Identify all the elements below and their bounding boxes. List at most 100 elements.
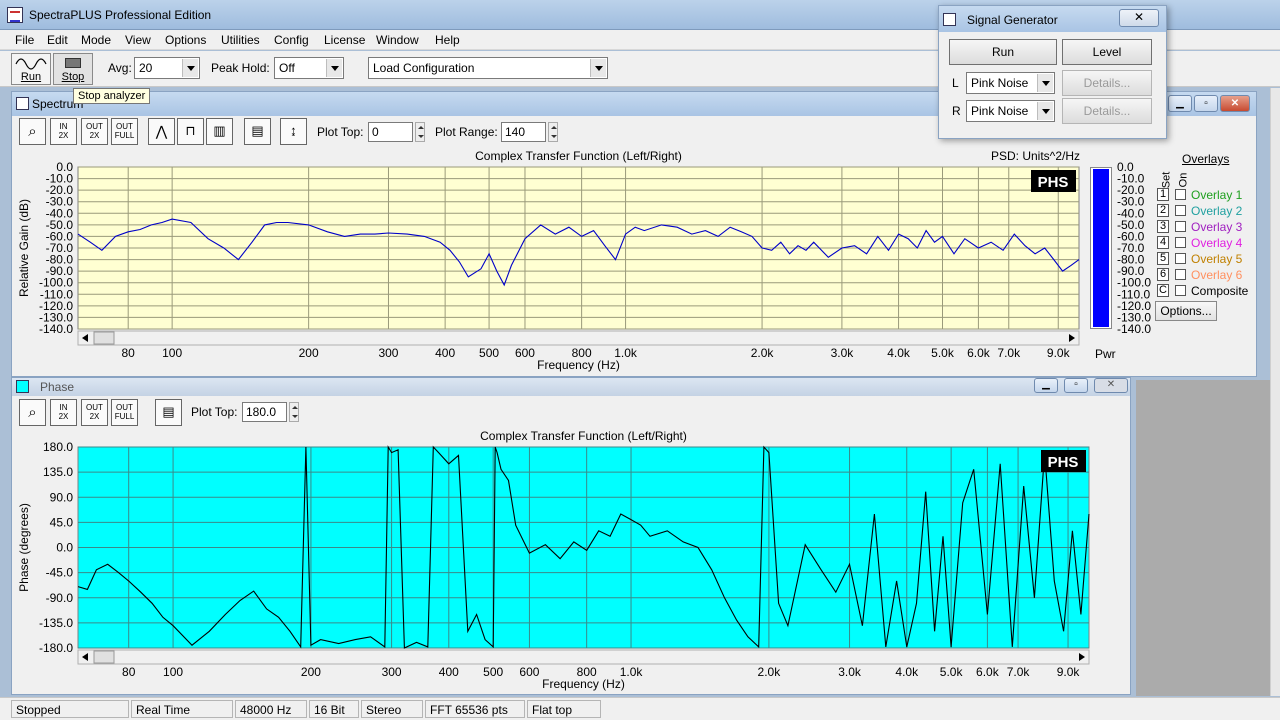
phase-plot-top-spinner[interactable] bbox=[289, 402, 299, 422]
overlay-checkbox[interactable] bbox=[1175, 269, 1186, 280]
right-channel-label: R bbox=[952, 104, 961, 118]
x-tick-label: 100 bbox=[162, 346, 182, 360]
overlay-set-button[interactable]: 1 bbox=[1157, 188, 1169, 201]
zoom-out-full-button[interactable]: OUT FULL bbox=[111, 399, 138, 426]
auto-scale-icon[interactable]: ↨ bbox=[280, 118, 307, 145]
zoom-icon[interactable]: ⌕ bbox=[19, 118, 46, 145]
y-tick-label: -140.0 bbox=[39, 322, 73, 336]
overlay-label: Overlay 6 bbox=[1191, 268, 1243, 282]
zoom-in-2x-button[interactable]: IN 2X bbox=[50, 118, 77, 145]
plot-range-input[interactable]: 140 bbox=[501, 122, 546, 142]
menu-config[interactable]: Config bbox=[274, 33, 309, 47]
zoom-icon[interactable]: ⌕ bbox=[19, 399, 46, 426]
bar-graph-icon[interactable]: ▥ bbox=[206, 118, 233, 145]
mdi-scrollbar[interactable] bbox=[1270, 88, 1280, 696]
zoom-out-2x-button[interactable]: OUT 2X bbox=[81, 118, 108, 145]
status-state: Stopped bbox=[11, 700, 129, 718]
overlay-checkbox[interactable] bbox=[1175, 285, 1186, 296]
signal-generator-titlebar[interactable]: Signal Generator ✕ bbox=[939, 6, 1166, 32]
chevron-down-icon bbox=[1037, 74, 1053, 92]
phase-plot[interactable]: 80 100 200 300 400 500 600 800 1.0k 2.0k 3.0k 4.0k 5… bbox=[12, 428, 1130, 694]
status-sample-rate: 48000 Hz bbox=[235, 700, 307, 718]
overlay-set-button[interactable]: 5 bbox=[1157, 252, 1169, 265]
properties-icon[interactable]: ▤ bbox=[244, 118, 271, 145]
overlay-label: Overlay 4 bbox=[1191, 236, 1243, 250]
overlay-checkbox[interactable] bbox=[1175, 253, 1186, 264]
overlay-checkbox[interactable] bbox=[1175, 189, 1186, 200]
overlay-set-button[interactable]: 6 bbox=[1157, 268, 1169, 281]
overlay-label: Overlay 5 bbox=[1191, 252, 1243, 266]
x-tick-label: 500 bbox=[479, 346, 499, 360]
peak-trace-icon[interactable]: ⋀ bbox=[148, 118, 175, 145]
phase-titlebar[interactable]: Phase ▁ ▫ ✕ bbox=[12, 378, 1130, 396]
menu-license[interactable]: License bbox=[324, 33, 365, 47]
minimize-icon[interactable]: ▁ bbox=[1034, 378, 1058, 393]
zoom-out-2x-button[interactable]: OUT 2X bbox=[81, 399, 108, 426]
properties-icon[interactable]: ▤ bbox=[155, 399, 182, 426]
y-tick-label: 135.0 bbox=[43, 465, 73, 479]
maximize-icon[interactable]: ▫ bbox=[1194, 95, 1218, 112]
x-tick-label: 3.0k bbox=[831, 346, 855, 360]
menu-file[interactable]: File bbox=[15, 33, 34, 47]
overlay-checkbox[interactable] bbox=[1175, 237, 1186, 248]
overlay-set-button[interactable]: 2 bbox=[1157, 204, 1169, 217]
right-details-button[interactable]: Details... bbox=[1062, 98, 1152, 124]
run-button[interactable]: Run bbox=[11, 53, 51, 85]
left-details-button[interactable]: Details... bbox=[1062, 70, 1152, 96]
chevron-down-icon bbox=[182, 59, 198, 77]
stop-button-label: Stop bbox=[61, 71, 85, 83]
close-icon[interactable]: ✕ bbox=[1094, 378, 1128, 393]
maximize-icon[interactable]: ▫ bbox=[1064, 378, 1088, 393]
menu-help[interactable]: Help bbox=[435, 33, 460, 47]
overlay-checkbox[interactable] bbox=[1175, 205, 1186, 216]
overlay-label: Overlay 3 bbox=[1191, 220, 1243, 234]
overlay-set-label: Set bbox=[1160, 171, 1173, 189]
overlay-checkbox[interactable] bbox=[1175, 221, 1186, 232]
x-tick-label: 7.0k bbox=[1007, 665, 1031, 679]
overlay-set-button[interactable]: 3 bbox=[1157, 220, 1169, 233]
plot-top-label: Plot Top: bbox=[317, 125, 364, 139]
octave-bars-icon[interactable]: ⊓ bbox=[177, 118, 204, 145]
menu-mode[interactable]: Mode bbox=[81, 33, 111, 47]
phase-window: Phase ▁ ▫ ✕ ⌕ IN 2X OUT 2X OUT FULL ▤ Plot … bbox=[11, 377, 1131, 695]
configuration-select[interactable]: Load Configuration bbox=[368, 57, 608, 79]
peak-hold-select[interactable]: Off bbox=[274, 57, 344, 79]
y-tick-label: -135.0 bbox=[39, 616, 73, 630]
menu-window[interactable]: Window bbox=[376, 33, 419, 47]
overlay-set-button[interactable]: 4 bbox=[1157, 236, 1169, 249]
x-tick-label: 100 bbox=[163, 665, 183, 679]
app-icon bbox=[7, 7, 23, 23]
plot-range-spinner[interactable] bbox=[548, 122, 558, 142]
menu-options[interactable]: Options bbox=[165, 33, 206, 47]
menu-view[interactable]: View bbox=[125, 33, 151, 47]
power-label: Pwr bbox=[1095, 347, 1116, 361]
close-icon[interactable]: ✕ bbox=[1119, 9, 1159, 27]
avg-select[interactable]: 20 bbox=[134, 57, 200, 79]
left-channel-select[interactable]: Pink Noise bbox=[966, 72, 1055, 94]
menu-edit[interactable]: Edit bbox=[47, 33, 68, 47]
spectrum-plot[interactable]: 80 100 200 300 400 500 600 800 1.0k 2.0k 3.0k 4.0k 5… bbox=[12, 147, 1152, 375]
overlay-set-button[interactable]: C bbox=[1157, 284, 1169, 297]
zoom-in-2x-button[interactable]: IN 2X bbox=[50, 399, 77, 426]
overlay-options-button[interactable]: Options... bbox=[1155, 301, 1217, 321]
zoom-out-full-button[interactable]: OUT FULL bbox=[111, 118, 138, 145]
x-tick-label: 9.0k bbox=[1047, 346, 1071, 360]
x-tick-label: 300 bbox=[382, 665, 402, 679]
x-tick-label: 5.0k bbox=[940, 665, 964, 679]
signal-generator-level-button[interactable]: Level bbox=[1062, 39, 1152, 65]
phase-plot-top-input[interactable]: 180.0 bbox=[242, 402, 287, 422]
status-fft-size: FFT 65536 pts bbox=[425, 700, 525, 718]
chevron-down-icon bbox=[1037, 102, 1053, 120]
stop-button[interactable]: Stop bbox=[53, 53, 93, 85]
minimize-icon[interactable]: ▁ bbox=[1168, 95, 1192, 112]
menu-utilities[interactable]: Utilities bbox=[221, 33, 260, 47]
right-channel-select[interactable]: Pink Noise bbox=[966, 100, 1055, 122]
app-title: SpectraPLUS Professional Edition bbox=[29, 8, 212, 22]
signal-generator-run-button[interactable]: Run bbox=[949, 39, 1057, 65]
plot-top-input[interactable]: 0 bbox=[368, 122, 413, 142]
plot-top-spinner[interactable] bbox=[415, 122, 425, 142]
signal-generator-icon bbox=[943, 13, 956, 26]
close-icon[interactable]: ✕ bbox=[1220, 95, 1250, 112]
run-button-label: Run bbox=[20, 71, 42, 83]
left-channel-value: Pink Noise bbox=[971, 76, 1029, 90]
